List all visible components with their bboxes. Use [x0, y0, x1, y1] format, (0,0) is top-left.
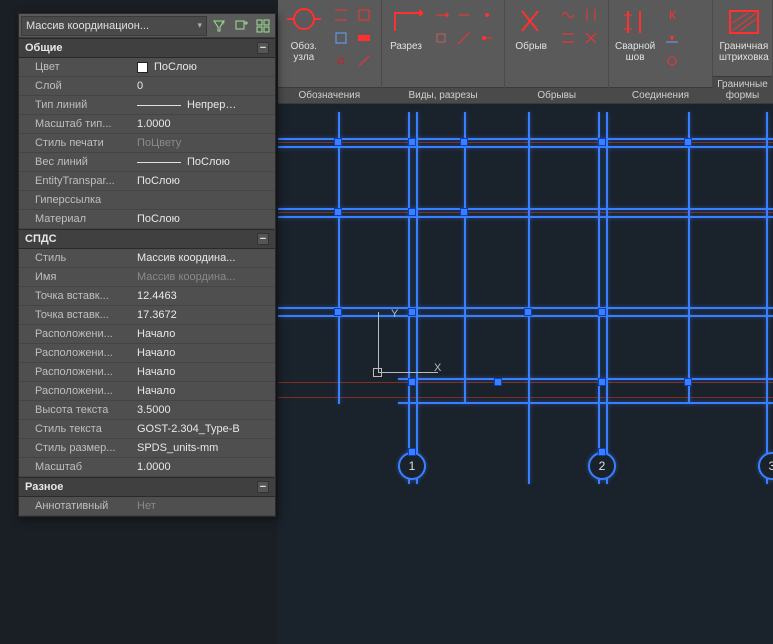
- ribbon-group-views: Разрез Виды, разрезы: [382, 0, 506, 103]
- conn-tool-6[interactable]: [684, 50, 706, 72]
- prop-value-ltscale[interactable]: 1.0000: [133, 118, 275, 130]
- section-header-spds[interactable]: СПДС −: [19, 229, 275, 249]
- linetype-sample-icon: [137, 105, 181, 106]
- prop-value-insert-y[interactable]: 17.3672: [133, 309, 275, 321]
- prop-value-placement-4[interactable]: Начало: [133, 385, 275, 397]
- section-body-general: ЦветПоСлою Слой0 Тип линийНепрер… Масшта…: [19, 58, 275, 229]
- prop-value-color[interactable]: ПоСлою: [133, 61, 275, 73]
- boundary-hatch-button[interactable]: Граничная штриховка: [717, 2, 771, 76]
- designation-tool-3[interactable]: [330, 27, 352, 49]
- ribbon-caption-boundary: Граничные формы: [713, 76, 772, 103]
- section-button[interactable]: Разрез: [386, 2, 427, 87]
- prop-value-text-style[interactable]: GOST-2.304_Type-B: [133, 423, 275, 435]
- prop-value-lineweight[interactable]: ПоСлою: [133, 156, 275, 168]
- break-tool-1[interactable]: [557, 4, 579, 26]
- break-tool-2[interactable]: [580, 4, 602, 26]
- prop-value-style[interactable]: Массив координа...: [133, 252, 275, 264]
- collapse-icon[interactable]: −: [257, 481, 269, 493]
- break-label: Обрыв: [515, 41, 547, 52]
- prop-value-plotstyle: ПоЦвету: [133, 137, 275, 149]
- ribbon-group-connections: Сварной шов К Соединения: [609, 0, 713, 103]
- conn-tool-1[interactable]: К: [661, 4, 683, 26]
- section-icon: [388, 4, 424, 40]
- color-swatch-icon: [137, 62, 148, 73]
- break-tool-3[interactable]: [557, 27, 579, 49]
- conn-tool-3[interactable]: [661, 27, 683, 49]
- grid-bubble-3: 3: [758, 452, 773, 480]
- node-designation-icon: [286, 4, 322, 40]
- view-tool-3[interactable]: [476, 4, 498, 26]
- prop-value-placement-1[interactable]: Начало: [133, 328, 275, 340]
- ribbon-caption-breaks: Обрывы: [505, 87, 608, 103]
- designation-tool-5[interactable]: [330, 50, 352, 72]
- weld-seam-icon: [617, 4, 653, 40]
- ribbon-group-breaks: Обрыв Обрывы: [505, 0, 609, 103]
- ucs-origin-icon: [373, 368, 382, 377]
- break-button[interactable]: Обрыв: [509, 2, 553, 87]
- conn-tool-2[interactable]: [684, 4, 706, 26]
- view-tool-2[interactable]: [453, 4, 475, 26]
- section-header-general[interactable]: Общие −: [19, 38, 275, 58]
- pickadd-button[interactable]: [231, 16, 251, 36]
- designation-tool-4[interactable]: [353, 27, 375, 49]
- svg-text:К: К: [669, 8, 676, 22]
- lineweight-sample-icon: [137, 162, 181, 163]
- grid-bubble-1: 1: [398, 452, 426, 480]
- ribbon-caption-connections: Соединения: [609, 87, 712, 103]
- collapse-icon[interactable]: −: [257, 42, 269, 54]
- prop-value-transparency[interactable]: ПоСлою: [133, 175, 275, 187]
- drawing-canvas[interactable]: 1 2 3 Y X: [278, 104, 773, 644]
- prop-value-annotative[interactable]: Нет: [133, 500, 275, 512]
- section-body-spds: СтильМассив координа... ИмяМассив коорди…: [19, 249, 275, 477]
- node-designation-label: Обоз. узла: [291, 41, 317, 63]
- section-label: Разрез: [390, 41, 422, 52]
- quick-select-button[interactable]: +: [209, 16, 229, 36]
- prop-value-material[interactable]: ПоСлою: [133, 213, 275, 225]
- axis-x-label: X: [434, 362, 441, 374]
- break-tool-4[interactable]: [580, 27, 602, 49]
- break-icon: [513, 4, 549, 40]
- view-tool-6[interactable]: [476, 27, 498, 49]
- ribbon-caption-designations: Обозначения: [278, 87, 381, 103]
- ribbon-group-boundary: Граничная штриховка Граничные формы: [713, 0, 773, 103]
- view-tool-1[interactable]: [430, 4, 452, 26]
- view-tool-4[interactable]: [430, 27, 452, 49]
- boundary-hatch-icon: [726, 4, 762, 40]
- prop-value-text-height[interactable]: 3.5000: [133, 404, 275, 416]
- prop-value-placement-2[interactable]: Начало: [133, 347, 275, 359]
- weld-seam-label: Сварной шов: [615, 41, 655, 63]
- prop-value-layer[interactable]: 0: [133, 80, 275, 92]
- designation-tool-6[interactable]: [353, 50, 375, 72]
- prop-value-placement-3[interactable]: Начало: [133, 366, 275, 378]
- conn-tool-4[interactable]: [684, 27, 706, 49]
- svg-text:+: +: [221, 20, 225, 27]
- designation-tool-2[interactable]: [353, 4, 375, 26]
- designation-tool-1[interactable]: [330, 4, 352, 26]
- node-designation-button[interactable]: Обоз. узла: [282, 2, 326, 87]
- weld-seam-button[interactable]: Сварной шов: [613, 2, 657, 87]
- grid-bubble-2: 2: [588, 452, 616, 480]
- section-body-misc: АннотативныйНет: [19, 497, 275, 516]
- prop-value-scale[interactable]: 1.0000: [133, 461, 275, 473]
- prop-value-dim-style[interactable]: SPDS_units-mm: [133, 442, 275, 454]
- select-objects-button[interactable]: [253, 16, 273, 36]
- prop-value-insert-x[interactable]: 12.4463: [133, 290, 275, 302]
- boundary-hatch-label: Граничная штриховка: [719, 41, 769, 63]
- prop-value-name[interactable]: Массив координа...: [133, 271, 275, 283]
- collapse-icon[interactable]: −: [257, 233, 269, 245]
- prop-name: Цвет: [19, 61, 133, 73]
- axis-y-label: Y: [391, 308, 398, 320]
- view-tool-5[interactable]: [453, 27, 475, 49]
- prop-value-linetype[interactable]: Непрер…: [133, 99, 275, 111]
- ribbon-caption-views: Виды, разрезы: [382, 87, 505, 103]
- properties-header: Массив координацион... +: [19, 14, 275, 38]
- conn-tool-5[interactable]: [661, 50, 683, 72]
- properties-panel: Массив координацион... + Общие − ЦветПоС…: [18, 13, 276, 517]
- section-header-misc[interactable]: Разное −: [19, 477, 275, 497]
- object-type-select[interactable]: Массив координацион...: [21, 16, 207, 36]
- ribbon: Обоз. узла Обозначения Разрез: [278, 0, 773, 104]
- ribbon-group-designations: Обоз. узла Обозначения: [278, 0, 382, 103]
